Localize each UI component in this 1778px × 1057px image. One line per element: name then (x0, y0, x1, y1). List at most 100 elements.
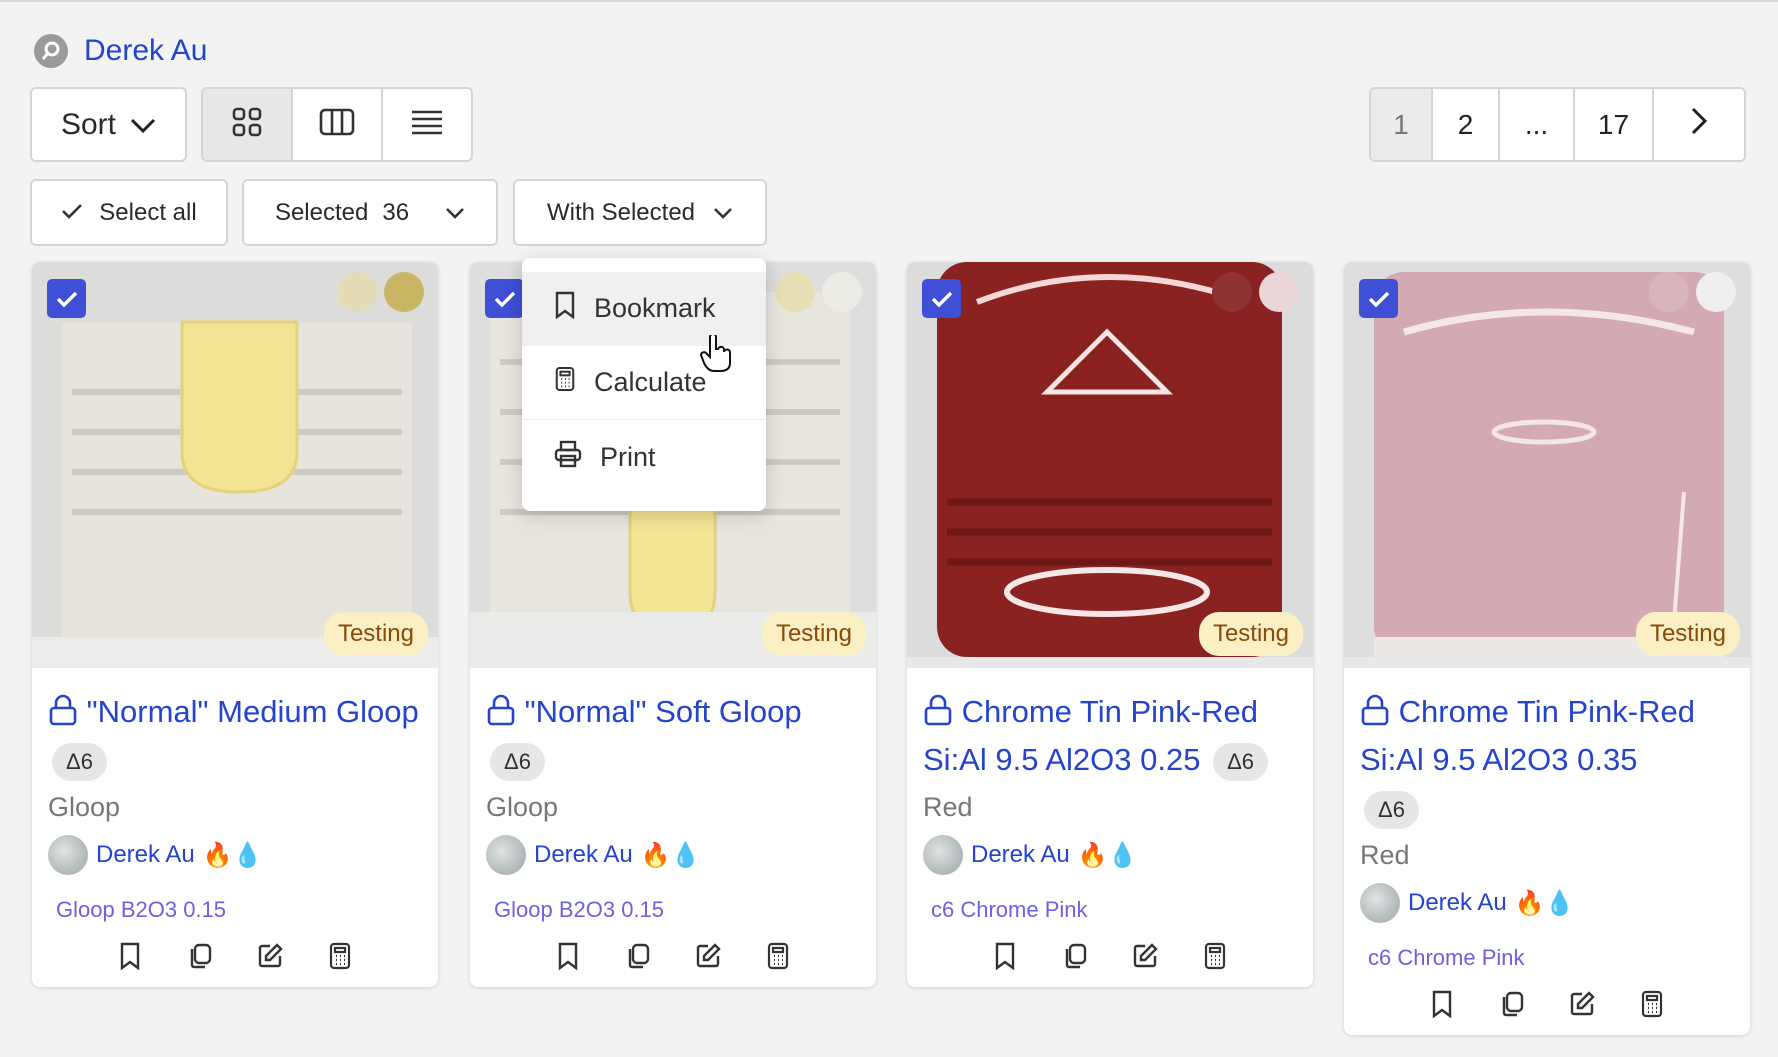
cone-badge: Δ6 (1364, 791, 1419, 829)
status-badge: Testing (762, 612, 866, 656)
card-checkbox[interactable] (485, 279, 524, 318)
card-checkbox[interactable] (47, 279, 86, 318)
top-border (0, 0, 1778, 2)
category-label: Red (923, 792, 1297, 823)
edit-icon[interactable] (1565, 987, 1599, 1021)
select-all-button[interactable]: Select all (30, 179, 228, 246)
user-name-link[interactable]: Derek Au (84, 34, 207, 68)
menu-item-label: Bookmark (594, 293, 716, 324)
user-breadcrumb: Derek Au (34, 34, 207, 68)
author[interactable]: Derek Au 🔥💧 (1360, 883, 1734, 923)
selected-dropdown[interactable]: Selected 36 (242, 179, 498, 246)
lock-icon (48, 694, 78, 729)
calculator-icon[interactable] (323, 939, 357, 973)
bookmark-icon[interactable] (113, 939, 147, 973)
author[interactable]: Derek Au 🔥💧 (923, 835, 1297, 875)
copy-icon[interactable] (183, 939, 217, 973)
calculator-icon[interactable] (1198, 939, 1232, 973)
recipe-link[interactable]: Gloop B2O3 0.15 (48, 897, 422, 923)
next-page-button[interactable] (1654, 89, 1744, 160)
select-all-label: Select all (99, 199, 196, 227)
menu-item-label: Calculate (594, 367, 707, 398)
glaze-title: Chrome Tin Pink-Red Si:Al 9.5 Al2O3 0.35 (1360, 694, 1695, 777)
bookmark-icon[interactable] (551, 939, 585, 973)
hand-pointer-cursor-icon (700, 335, 732, 378)
grid-view-button[interactable] (203, 89, 293, 160)
author[interactable]: Derek Au 🔥💧 (48, 835, 422, 875)
edit-icon[interactable] (1128, 939, 1162, 973)
card-actions (48, 939, 422, 973)
color-swatch (1649, 272, 1689, 312)
author[interactable]: Derek Au 🔥💧 (486, 835, 860, 875)
edit-icon[interactable] (691, 939, 725, 973)
view-mode-toggle (201, 87, 473, 162)
color-swatch (1259, 272, 1299, 312)
card-checkbox[interactable] (1359, 279, 1398, 318)
printer-icon (554, 440, 582, 475)
author-name: Derek Au (971, 841, 1070, 869)
page-2-button[interactable]: 2 (1433, 89, 1500, 160)
category-label: Gloop (48, 792, 422, 823)
calculator-icon[interactable] (1635, 987, 1669, 1021)
list-view-icon (411, 109, 443, 140)
recipe-link[interactable]: c6 Chrome Pink (1360, 945, 1734, 971)
lock-icon (486, 694, 516, 729)
glaze-photo[interactable]: Testing (32, 262, 438, 668)
copy-icon[interactable] (621, 939, 655, 973)
search-user-icon (34, 34, 68, 68)
columns-view-button[interactable] (293, 89, 383, 160)
color-swatch (384, 272, 424, 312)
sort-button[interactable]: Sort (30, 87, 187, 162)
lock-icon (923, 694, 953, 729)
with-selected-dropdown[interactable]: With Selected (513, 179, 767, 246)
fire-water-badge-icons: 🔥💧 (1078, 841, 1138, 870)
color-swatch (1696, 272, 1736, 312)
pagination: 1 2 ... 17 (1369, 87, 1746, 162)
columns-view-icon (319, 108, 355, 141)
bookmark-icon[interactable] (988, 939, 1022, 973)
recipe-link[interactable]: Gloop B2O3 0.15 (486, 897, 860, 923)
page-17-button[interactable]: 17 (1575, 89, 1654, 160)
fire-water-badge-icons: 🔥💧 (203, 841, 263, 870)
glaze-title-link[interactable]: "Normal" Medium Gloop Δ6 (48, 688, 422, 784)
glaze-title-link[interactable]: Chrome Tin Pink-Red Si:Al 9.5 Al2O3 0.25… (923, 688, 1297, 784)
fire-water-badge-icons: 🔥💧 (641, 841, 701, 870)
card-actions (1360, 987, 1734, 1021)
copy-icon[interactable] (1495, 987, 1529, 1021)
checkmark-icon (61, 199, 83, 227)
chevron-down-icon (130, 108, 156, 142)
edit-icon[interactable] (253, 939, 287, 973)
category-label: Red (1360, 840, 1734, 871)
glaze-photo[interactable]: Testing (1344, 262, 1750, 668)
selected-label: Selected (275, 199, 368, 227)
selected-count: 36 (382, 199, 409, 227)
calculator-icon[interactable] (761, 939, 795, 973)
avatar (486, 835, 526, 875)
color-swatch (1212, 272, 1252, 312)
with-selected-menu: Bookmark Calculate Print (522, 258, 766, 511)
copy-icon[interactable] (1058, 939, 1092, 973)
glaze-title-link[interactable]: "Normal" Soft Gloop Δ6 (486, 688, 860, 784)
glaze-card: Testing "Normal" Medium Gloop Δ6 Gloop D… (32, 262, 438, 987)
menu-item-label: Print (600, 442, 656, 473)
status-badge: Testing (1636, 612, 1740, 656)
category-label: Gloop (486, 792, 860, 823)
cone-badge: Δ6 (490, 743, 545, 781)
card-actions (486, 939, 860, 973)
glaze-card: Testing Chrome Tin Pink-Red Si:Al 9.5 Al… (1344, 262, 1750, 1035)
calculator-icon (554, 365, 576, 400)
page-ellipsis[interactable]: ... (1500, 89, 1575, 160)
menu-item-print[interactable]: Print (522, 420, 766, 494)
recipe-link[interactable]: c6 Chrome Pink (923, 897, 1297, 923)
chevron-down-icon (713, 199, 733, 227)
chevron-right-icon (1691, 107, 1707, 142)
fire-water-badge-icons: 🔥💧 (1515, 889, 1575, 918)
card-checkbox[interactable] (922, 279, 961, 318)
list-view-button[interactable] (383, 89, 471, 160)
glaze-title-link[interactable]: Chrome Tin Pink-Red Si:Al 9.5 Al2O3 0.35… (1360, 688, 1734, 832)
cone-badge: Δ6 (52, 743, 107, 781)
glaze-photo[interactable]: Testing (907, 262, 1313, 668)
bookmark-icon (554, 291, 576, 326)
bookmark-icon[interactable] (1425, 987, 1459, 1021)
page-1-button[interactable]: 1 (1371, 89, 1433, 160)
